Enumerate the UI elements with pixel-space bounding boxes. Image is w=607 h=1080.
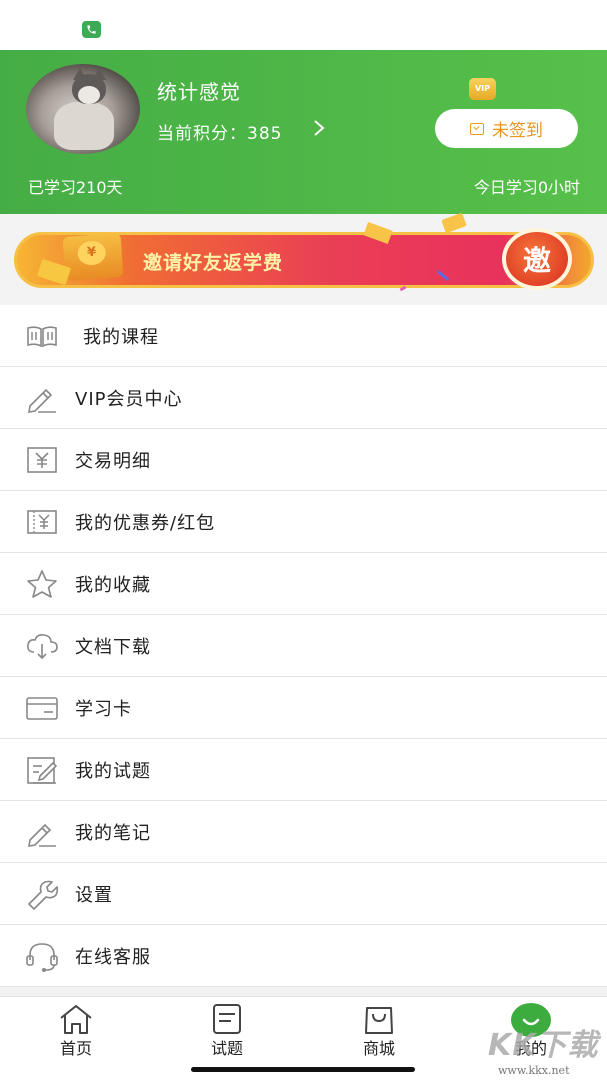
menu-item-label: 我的收藏 — [75, 574, 151, 596]
avatar[interactable] — [26, 64, 140, 154]
star-icon — [24, 568, 58, 600]
yuan-receipt-icon — [24, 444, 58, 476]
book-icon — [24, 320, 58, 352]
menu-item-label: 我的优惠券/红包 — [75, 512, 216, 534]
calendar-check-icon — [470, 122, 484, 135]
menu-item-label: 设置 — [75, 884, 113, 906]
card-icon — [24, 692, 58, 724]
menu-item-label: 我的课程 — [83, 326, 159, 348]
tab-label: 试题 — [210, 1039, 243, 1058]
watermark-logo: KK下载 — [488, 1028, 599, 1063]
phone-icon — [82, 21, 101, 38]
red-envelope-icon: ¥ — [62, 233, 124, 281]
watermark: KK下载 www.kkx.net — [476, 1020, 606, 1078]
points-link[interactable]: 当前积分：385 — [157, 119, 282, 144]
vip-badge-icon: VIP — [469, 78, 496, 100]
invite-char: 邀 — [522, 244, 551, 277]
menu-item-coupons[interactable]: 我的优惠券/红包 — [0, 491, 607, 553]
studied-days: 已学习210天 — [28, 178, 123, 197]
wrench-icon — [24, 878, 59, 910]
checkin-button[interactable]: 未签到 — [435, 109, 578, 148]
menu-item-customer-service[interactable]: 在线客服 — [0, 925, 607, 987]
chevron-right-icon[interactable] — [313, 119, 325, 142]
note-pen-icon — [24, 816, 58, 848]
coupon-icon — [24, 506, 58, 538]
pen-icon — [24, 382, 58, 414]
menu-item-label: 我的试题 — [75, 760, 151, 782]
menu-item-my-exams[interactable]: 我的试题 — [0, 739, 607, 801]
menu-item-favorites[interactable]: 我的收藏 — [0, 553, 607, 615]
menu-item-study-card[interactable]: 学习卡 — [0, 677, 607, 739]
menu-item-settings[interactable]: 设置 — [0, 863, 607, 925]
banner-text: 邀请好友返学费 — [143, 252, 284, 274]
tab-label: 首页 — [59, 1039, 92, 1058]
home-indicator — [191, 1067, 415, 1072]
menu-item-label: 学习卡 — [75, 698, 132, 720]
user-name: 统计感觉 — [157, 80, 241, 104]
menu-item-transactions[interactable]: 交易明细 — [0, 429, 607, 491]
menu-item-label: 交易明细 — [75, 450, 151, 472]
headset-icon — [24, 940, 58, 972]
watermark-url: www.kkx.net — [498, 1064, 570, 1077]
checkin-label: 未签到 — [492, 121, 543, 141]
menu-item-label: 我的笔记 — [75, 822, 151, 844]
tab-home[interactable]: 首页 — [26, 997, 126, 1063]
profile-header: 统计感觉 当前积分：385 VIP 未签到 已学习210天 今日学习0小时 — [0, 50, 607, 214]
cloud-download-icon — [24, 630, 58, 662]
tab-shop[interactable]: 商城 — [329, 997, 429, 1063]
invite-button[interactable]: 邀 — [502, 228, 572, 290]
menu-item-doc-download[interactable]: 文档下载 — [0, 615, 607, 677]
status-bar — [0, 0, 607, 50]
exam-icon — [24, 754, 58, 786]
menu-item-label: 文档下载 — [75, 636, 151, 658]
menu-item-my-courses[interactable]: 我的课程 — [0, 305, 607, 367]
menu-list: 我的课程 VIP会员中心 交易明细 我的优惠券/红包 我的收藏 文档下载 学习卡… — [0, 305, 607, 987]
menu-item-label: 在线客服 — [75, 946, 151, 968]
menu-item-vip-center[interactable]: VIP会员中心 — [0, 367, 607, 429]
menu-item-my-notes[interactable]: 我的笔记 — [0, 801, 607, 863]
today-study-time: 今日学习0小时 — [473, 178, 580, 197]
tab-exams[interactable]: 试题 — [177, 997, 277, 1063]
tab-label: 商城 — [362, 1039, 395, 1058]
menu-item-label: VIP会员中心 — [75, 388, 183, 410]
